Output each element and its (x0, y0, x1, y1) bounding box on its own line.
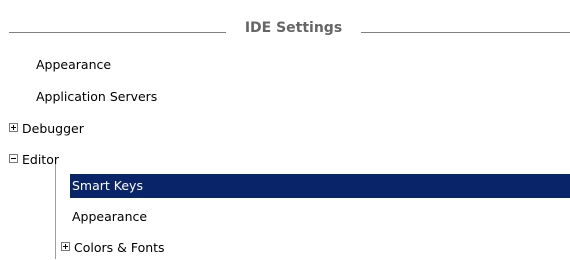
tree-item-label: Editor (22, 152, 59, 167)
expand-icon[interactable] (9, 123, 18, 132)
tree-item-label: Application Servers (36, 89, 158, 104)
settings-panel: IDE Settings Appearance Application Serv… (0, 0, 570, 259)
tree-item-appearance[interactable]: Appearance (36, 53, 111, 77)
collapse-icon[interactable] (9, 154, 18, 163)
ide-settings-section-header: IDE Settings (9, 19, 570, 43)
tree-item-application-servers[interactable]: Application Servers (36, 85, 157, 109)
tree-item-colors-fonts[interactable]: Colors & Fonts (61, 236, 165, 260)
header-separator-right (361, 32, 570, 33)
tree-guide-line (55, 164, 56, 259)
tree-item-editor-appearance[interactable]: Appearance (72, 205, 147, 229)
section-title: IDE Settings (226, 20, 361, 36)
tree-item-editor[interactable]: Editor (9, 148, 59, 172)
tree-item-label: Appearance (36, 57, 112, 72)
tree-item-label: Colors & Fonts (74, 240, 165, 255)
tree-item-label: Smart Keys (70, 174, 570, 198)
tree-item-smart-keys[interactable]: Smart Keys (70, 174, 570, 198)
tree-item-label: Debugger (22, 121, 84, 136)
tree-item-debugger[interactable]: Debugger (9, 117, 84, 141)
header-separator-left (9, 32, 226, 33)
tree-item-label: Appearance (72, 209, 148, 224)
expand-icon[interactable] (61, 242, 70, 251)
